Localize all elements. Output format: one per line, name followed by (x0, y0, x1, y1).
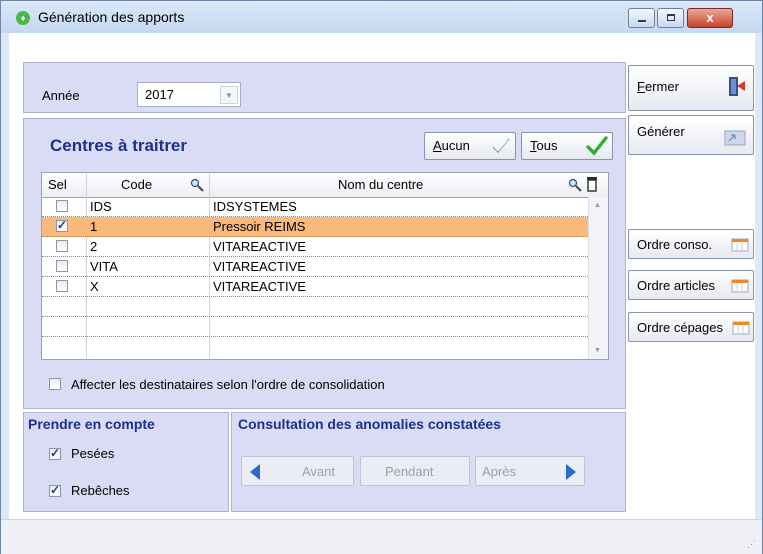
table-sort-icon (731, 279, 749, 293)
search-icon[interactable] (190, 178, 204, 192)
pesees-checkbox[interactable] (49, 446, 61, 460)
table-sort-icon (732, 321, 750, 335)
chevron-down-icon[interactable]: ▼ (220, 86, 238, 104)
annee-label: Année (42, 88, 80, 103)
table-row[interactable]: VITA VITAREACTIVE (42, 257, 590, 277)
consultation-title: Consultation des anomalies constatées (238, 416, 505, 432)
table-row-empty (42, 317, 590, 337)
aucun-mnemonic: A (433, 138, 442, 153)
affecter-checkbox[interactable] (49, 378, 61, 390)
search-icon[interactable] (568, 178, 582, 192)
tous-label: ous (536, 138, 558, 153)
cell-nom: IDSYSTEMES (213, 199, 297, 214)
cell-nom: VITAREACTIVE (213, 239, 306, 254)
window-title: Génération des apports (38, 9, 185, 25)
table-row[interactable]: X VITAREACTIVE (42, 277, 590, 297)
annee-select[interactable]: 2017 ▼ (137, 82, 241, 107)
generer-label: Générer (637, 124, 685, 139)
grid-header: Sel Code Nom du centre (42, 173, 608, 198)
minimize-button[interactable] (628, 8, 655, 28)
ordre-cepages-button[interactable]: Ordre cépages (628, 312, 754, 342)
grid-scrollbar[interactable]: ▲ ▼ (588, 197, 608, 359)
row-checkbox[interactable] (56, 200, 68, 212)
col-sel-header[interactable]: Sel (48, 177, 67, 192)
maximize-icon (667, 14, 675, 21)
cell-code: 2 (90, 239, 98, 254)
pendant-label: Pendant (385, 464, 434, 479)
exit-door-icon (729, 77, 745, 96)
table-row[interactable]: 1 Pressoir REIMS (42, 217, 590, 237)
cell-code: VITA (90, 259, 118, 274)
scroll-down-icon[interactable]: ▼ (594, 347, 601, 354)
uncheck-icon (492, 138, 510, 154)
arrow-right-icon (566, 464, 576, 480)
status-bar: ⋰ (1, 519, 762, 554)
pendant-button[interactable]: Pendant (360, 456, 470, 486)
table-row-empty (42, 297, 590, 317)
check-icon (586, 136, 608, 156)
affecter-label: Affecter les destinataires selon l'ordre… (71, 377, 385, 392)
ordre-conso-label: Ordre conso. (637, 237, 713, 252)
cell-nom: Pressoir REIMS (213, 219, 306, 234)
ordre-articles-label: Ordre articles (637, 278, 716, 293)
rebeches-label: Rebêches (71, 483, 130, 498)
apres-label: Après (482, 464, 516, 479)
row-checkbox[interactable] (56, 260, 68, 272)
annee-value: 2017 (145, 87, 174, 102)
avant-button[interactable]: Avant (241, 456, 354, 486)
cell-code: 1 (90, 219, 98, 234)
fermer-label: ermer (644, 79, 679, 94)
tous-button[interactable]: Tous (521, 132, 613, 160)
apres-button[interactable]: Après (475, 456, 585, 486)
ordre-articles-button[interactable]: Ordre articles (628, 270, 754, 300)
cell-code: IDS (90, 199, 112, 214)
fermer-mnemonic: F (637, 79, 645, 94)
ordre-cepages-label: Ordre cépages (637, 320, 723, 335)
avant-label: Avant (302, 464, 336, 479)
arrow-left-icon (250, 464, 260, 480)
fermer-button[interactable]: Fermer (628, 65, 754, 111)
centres-grid[interactable]: Sel Code Nom du centre IDS IDSYSTEMES 1 Pre… (41, 172, 609, 360)
rebeches-checkbox[interactable] (49, 483, 61, 497)
generate-icon (724, 130, 746, 146)
window: ♦ Génération des apports x Année 2017 ▼ … (0, 0, 763, 554)
aucun-button[interactable]: Aucun (424, 132, 516, 160)
close-icon: x (706, 10, 714, 25)
row-checkbox[interactable] (56, 240, 68, 252)
ordre-conso-button[interactable]: Ordre conso. (628, 229, 754, 259)
minimize-icon (638, 20, 646, 22)
generer-button[interactable]: Générer (628, 115, 754, 155)
table-row[interactable]: IDS IDSYSTEMES (42, 197, 590, 217)
table-sort-icon (731, 238, 749, 252)
maximize-button[interactable] (657, 8, 684, 28)
title-bar[interactable]: ♦ Génération des apports x (1, 1, 762, 33)
prendre-title: Prendre en compte (28, 416, 159, 432)
cell-nom: VITAREACTIVE (213, 259, 306, 274)
cell-code: X (90, 279, 99, 294)
trash-icon[interactable] (586, 176, 598, 193)
app-icon: ♦ (16, 11, 30, 25)
scroll-up-icon[interactable]: ▲ (594, 202, 601, 209)
row-checkbox[interactable] (56, 280, 68, 292)
row-checkbox[interactable] (56, 218, 68, 232)
aucun-label: ucun (441, 138, 470, 153)
pesees-label: Pesées (71, 446, 115, 461)
centres-title: Centres à traitrer (50, 136, 188, 155)
close-button[interactable]: x (687, 8, 733, 28)
resize-grip-icon[interactable]: ⋰ (747, 539, 756, 550)
col-code-header[interactable]: Code (121, 177, 152, 192)
annee-panel (23, 62, 626, 113)
table-row[interactable]: 2 VITAREACTIVE (42, 237, 590, 257)
cell-nom: VITAREACTIVE (213, 279, 306, 294)
col-nom-header[interactable]: Nom du centre (338, 177, 423, 192)
